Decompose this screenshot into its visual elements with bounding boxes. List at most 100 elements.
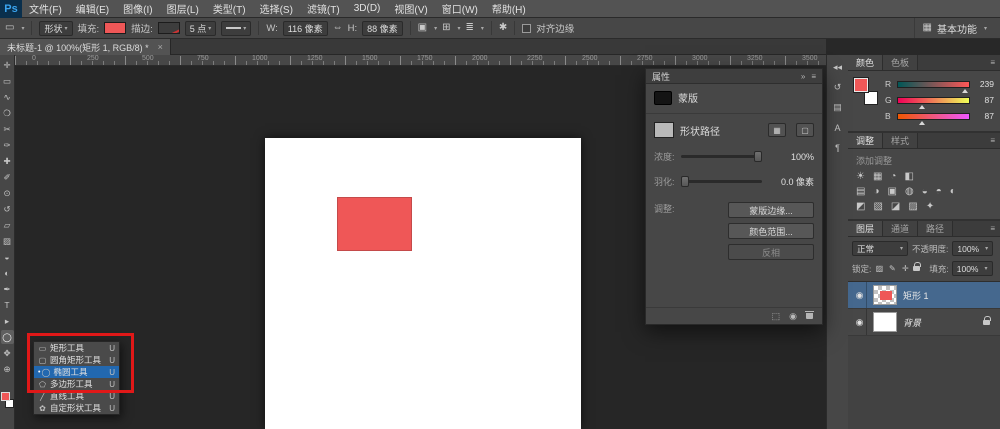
delete-mask-trash-icon[interactable] <box>806 313 813 319</box>
adjustment-icon[interactable]: ◍ <box>905 187 914 197</box>
path-selection-tool[interactable]: ▸ <box>1 314 14 328</box>
document-tab[interactable]: 未标题-1 @ 100%(矩形 1, RGB/8) * × <box>0 39 171 55</box>
foreground-color-swatch[interactable] <box>1 392 10 401</box>
blend-mode-dropdown[interactable]: 正常 ▾ <box>852 241 908 256</box>
adjustment-icon[interactable]: ▤ <box>856 187 865 197</box>
panel-menu-icon[interactable]: ≡ <box>985 136 1000 145</box>
menu-item[interactable]: 窗口(W) <box>435 0 485 17</box>
adjustment-icon[interactable]: ☀ <box>856 172 865 182</box>
brush-tool[interactable]: ✐ <box>1 170 14 184</box>
add-vector-mask-button[interactable]: ▢ <box>796 123 814 137</box>
ellipse-tool[interactable]: ◯ <box>1 330 14 344</box>
density-slider-knob[interactable] <box>754 151 762 162</box>
eyedropper-tool[interactable]: ✑ <box>1 138 14 152</box>
tool-preset-icon[interactable]: ▭ <box>5 23 14 33</box>
tab-adjustments[interactable]: 调整 <box>848 133 883 148</box>
slider-marker[interactable] <box>919 105 925 109</box>
tab-layers[interactable]: 图层 <box>848 221 883 236</box>
link-dimensions-icon[interactable]: ⇔ <box>333 23 343 33</box>
healing-brush-tool[interactable]: ✚ <box>1 154 14 168</box>
tool-mode-dropdown[interactable]: 形状 ▾ <box>39 21 72 36</box>
dodge-tool[interactable]: ◐ <box>1 266 14 280</box>
mask-edge-button[interactable]: 蒙版边缘... <box>728 202 814 218</box>
fill-dropdown[interactable]: 100% ▾ <box>952 261 993 276</box>
adjustment-icon[interactable]: ▧ <box>873 202 882 212</box>
quick-selection-tool[interactable]: ❍ <box>1 106 14 120</box>
lock-pixels-icon[interactable]: ✎ <box>887 264 897 273</box>
slider-marker[interactable] <box>919 121 925 125</box>
load-selection-icon[interactable]: ⬚ <box>772 311 781 322</box>
rectangular-marquee-tool[interactable]: ▭ <box>1 74 14 88</box>
green-channel-value[interactable]: 87 <box>974 95 994 105</box>
close-icon[interactable]: × <box>158 42 163 52</box>
fill-color-swatch[interactable] <box>104 22 126 34</box>
layer-row-rectangle-1[interactable]: ◉ 矩形 1 <box>848 282 1000 309</box>
lock-transparency-icon[interactable]: ▨ <box>874 264 884 273</box>
eraser-tool[interactable]: ▱ <box>1 218 14 232</box>
adjustment-icon[interactable]: ◓ <box>936 187 942 197</box>
adjustment-icon[interactable]: ◪ <box>891 202 900 212</box>
paragraph-panel-icon[interactable]: ¶ <box>829 139 847 156</box>
pen-tool[interactable]: ✒ <box>1 282 14 296</box>
adjustment-icon[interactable]: ▦ <box>873 172 882 182</box>
color-range-button[interactable]: 颜色范围... <box>728 223 814 239</box>
flyout-item-line-tool[interactable]: ╱ 直线工具 U <box>34 390 119 402</box>
tab-color[interactable]: 颜色 <box>848 55 883 70</box>
layer-thumbnail[interactable] <box>873 312 897 332</box>
menu-item[interactable]: 滤镜(T) <box>300 0 347 17</box>
visibility-eye-icon[interactable]: ◉ <box>853 282 867 308</box>
blur-tool[interactable]: ◒ <box>1 250 14 264</box>
adjustment-icon[interactable]: ✦ <box>926 202 934 212</box>
menu-item[interactable]: 图像(I) <box>116 0 159 17</box>
layer-row-background[interactable]: ◉ 背景 <box>848 309 1000 336</box>
menu-item[interactable]: 类型(T) <box>206 0 253 17</box>
workspace-switcher[interactable]: ▦ 基本功能 ▾ <box>914 18 995 38</box>
add-pixel-mask-button[interactable]: ▦ <box>768 123 786 137</box>
gradient-tool[interactable]: ▨ <box>1 234 14 248</box>
adjustment-icon[interactable]: ◩ <box>856 202 865 212</box>
menu-item[interactable]: 帮助(H) <box>485 0 533 17</box>
toggle-mask-eye-icon[interactable]: ◉ <box>789 311 797 322</box>
tab-channels[interactable]: 通道 <box>883 221 918 236</box>
layer-name[interactable]: 矩形 1 <box>903 289 929 302</box>
type-tool[interactable]: T <box>1 298 14 312</box>
feather-slider-knob[interactable] <box>681 176 689 187</box>
lock-position-icon[interactable]: ✛ <box>900 264 910 273</box>
menu-item[interactable]: 图层(L) <box>160 0 206 17</box>
color-swatches-pair[interactable] <box>854 78 878 105</box>
opacity-dropdown[interactable]: 100% ▾ <box>952 241 993 256</box>
menu-item[interactable]: 编辑(E) <box>69 0 116 17</box>
expand-panels-icon[interactable]: ◂◂ <box>829 59 847 76</box>
adjustment-icon[interactable]: ◒ <box>922 187 928 197</box>
character-panel-icon[interactable]: A <box>829 119 847 136</box>
hand-tool[interactable]: ✥ <box>1 346 14 360</box>
flyout-item-ellipse-tool[interactable]: • ◯ 椭圆工具 U <box>34 366 119 378</box>
menu-item[interactable]: 文件(F) <box>22 0 69 17</box>
lasso-tool[interactable]: ∿ <box>1 90 14 104</box>
adjustment-icon[interactable]: ◐ <box>950 187 956 197</box>
stroke-type-dropdown[interactable]: ▾ <box>221 21 251 36</box>
blue-channel-slider[interactable] <box>897 113 970 120</box>
flyout-item-polygon-tool[interactable]: ⬠ 多边形工具 U <box>34 378 119 390</box>
blue-channel-value[interactable]: 87 <box>974 111 994 121</box>
collapse-panel-icon[interactable]: » <box>801 72 805 81</box>
foreground-background-swatches[interactable] <box>1 392 14 408</box>
tab-paths[interactable]: 路径 <box>918 221 953 236</box>
slider-marker[interactable] <box>962 89 968 93</box>
foreground-color-swatch[interactable] <box>854 78 868 92</box>
layer-name[interactable]: 背景 <box>903 316 921 329</box>
tool-preset-dropdown-arrow[interactable]: ▾ <box>21 25 24 32</box>
red-channel-value[interactable]: 239 <box>974 79 994 89</box>
tab-styles[interactable]: 样式 <box>883 133 918 148</box>
adjustment-icon[interactable]: ◑ <box>873 187 879 197</box>
visibility-eye-icon[interactable]: ◉ <box>853 309 867 335</box>
width-input[interactable]: 116 像素 <box>283 21 328 36</box>
adjustment-icon[interactable]: ◔ <box>890 172 896 182</box>
density-slider[interactable] <box>681 155 762 158</box>
lock-all-icon[interactable] <box>913 266 920 271</box>
menu-item[interactable]: 视图(V) <box>387 0 434 17</box>
green-channel-slider[interactable] <box>897 97 970 104</box>
stroke-color-swatch[interactable] <box>158 22 180 34</box>
gear-icon[interactable]: ✱ <box>499 23 507 33</box>
feather-slider[interactable] <box>681 180 762 183</box>
